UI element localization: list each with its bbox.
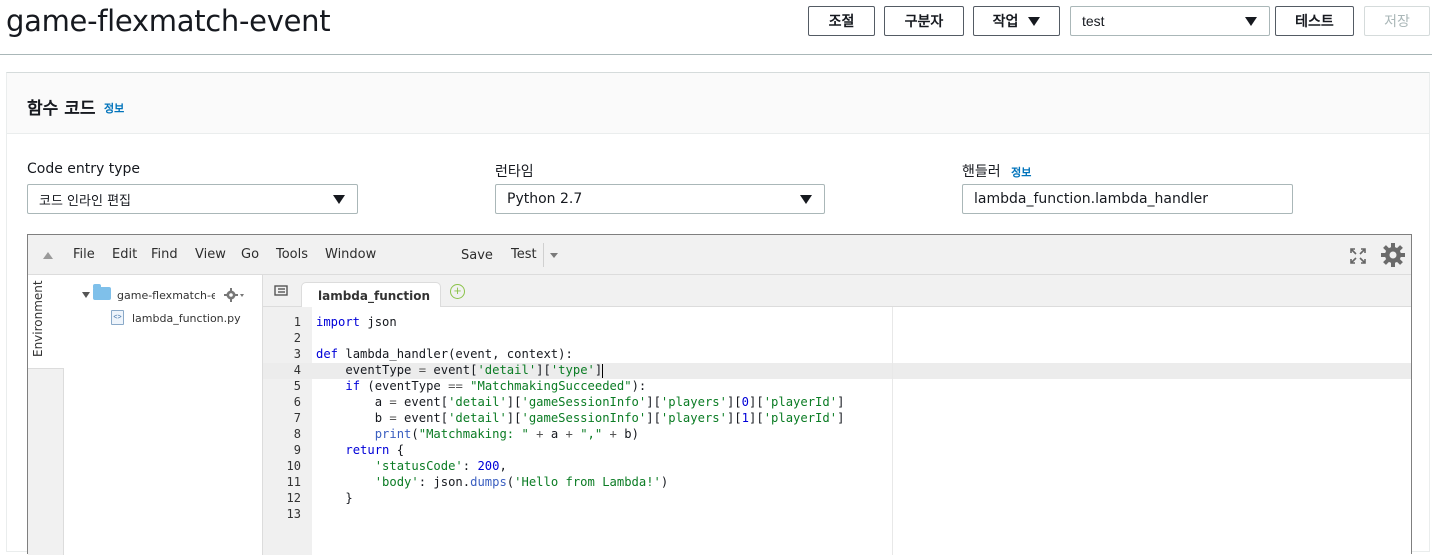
throttle-button[interactable]: 조절	[808, 6, 875, 36]
panel-header: 함수 코드 정보	[7, 73, 1429, 134]
line-number: 7	[293, 411, 301, 425]
handler-value: lambda_function.lambda_handler	[974, 191, 1209, 207]
caret-down-icon	[1245, 17, 1257, 26]
save-button[interactable]: 저장	[1364, 6, 1430, 36]
test-event-value: test	[1082, 13, 1105, 29]
code-line: }	[316, 491, 353, 505]
caret-down-icon	[1028, 16, 1041, 26]
code-line: import json	[316, 315, 397, 329]
code-entry-type-select[interactable]: 코드 인라인 편집	[27, 184, 358, 214]
code-line: 'body': json.dumps('Hello from Lambda!')	[374, 475, 669, 489]
runtime-label: 런타임	[495, 164, 534, 180]
line-number: 3	[293, 347, 301, 361]
line-number: 10	[286, 459, 301, 473]
line-number: 2	[293, 331, 301, 345]
caret-down-icon	[333, 195, 345, 204]
page-title: game-flexmatch-event	[6, 4, 331, 38]
code-line: a = event['detail']['gameSessionInfo']['…	[316, 395, 845, 409]
code-line: def lambda_handler(event, context):	[316, 347, 573, 361]
line-number: 8	[293, 427, 301, 441]
info-link[interactable]: 정보	[104, 100, 124, 116]
code-line: eventType = event['detail']['type']	[316, 363, 604, 378]
line-number: 13	[286, 507, 301, 521]
handler-label: 핸들러 정보	[962, 161, 1031, 181]
code-line: b = event['detail']['gameSessionInfo']['…	[316, 411, 845, 425]
code-line: print("Matchmaking: " + a + "," + b)	[374, 427, 639, 441]
line-number: 11	[286, 475, 301, 489]
print-margin	[892, 307, 893, 555]
save-button-label: 저장	[1384, 14, 1410, 30]
page-header: game-flexmatch-event 조절 구분자 작업 test 테스트 …	[0, 0, 1432, 55]
panel-title: 함수 코드	[27, 99, 96, 119]
line-number: 12	[286, 491, 301, 505]
code-line: if (eventType == "MatchmakingSucceeded")…	[345, 379, 647, 393]
qualifiers-button[interactable]: 구분자	[884, 6, 964, 36]
runtime-select[interactable]: Python 2.7	[495, 184, 825, 214]
line-number: 9	[293, 443, 301, 457]
code-line: return {	[345, 443, 405, 457]
throttle-button-label: 조절	[828, 14, 855, 30]
actions-button[interactable]: 작업	[973, 6, 1060, 36]
code-line: 'statusCode': 200,	[374, 459, 507, 473]
caret-down-icon	[800, 195, 812, 204]
line-number: 1	[293, 315, 301, 329]
test-event-select[interactable]: test	[1070, 6, 1270, 36]
editor-body: 1 2 3 4 5 6 7 8 9 10 11 12 13 import jso…	[28, 235, 1411, 555]
line-number: 5	[293, 379, 301, 393]
handler-input[interactable]: lambda_function.lambda_handler	[962, 184, 1293, 214]
line-number: 4	[293, 363, 301, 377]
code-entry-type-label: Code entry type	[27, 161, 141, 177]
qualifiers-button-label: 구분자	[904, 14, 944, 30]
handler-info-link[interactable]: 정보	[1011, 166, 1031, 179]
handler-label-text: 핸들러	[962, 164, 1001, 180]
test-button-label: 테스트	[1295, 14, 1334, 30]
code-entry-type-value: 코드 인라인 편집	[39, 193, 131, 209]
runtime-value: Python 2.7	[507, 191, 583, 207]
line-number: 6	[293, 395, 301, 409]
actions-button-label: 작업	[992, 14, 1019, 30]
test-button[interactable]: 테스트	[1275, 6, 1354, 36]
